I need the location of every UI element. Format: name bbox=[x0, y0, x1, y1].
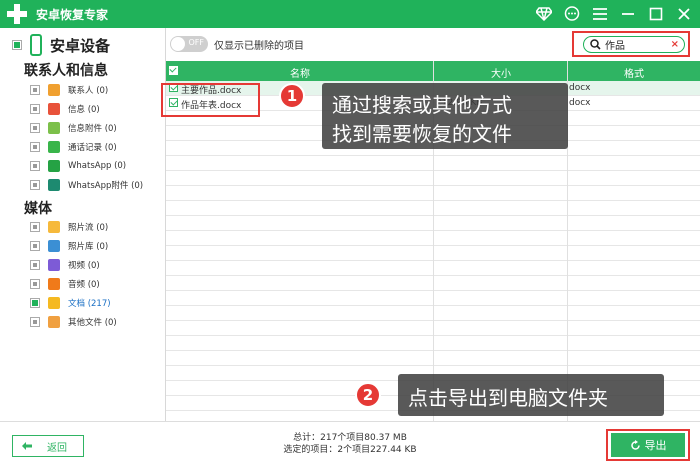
column-size[interactable]: 大小 bbox=[491, 65, 511, 80]
device-item[interactable]: 安卓设备 bbox=[12, 34, 110, 56]
category-checkbox[interactable] bbox=[30, 222, 40, 232]
chat-icon[interactable] bbox=[564, 6, 580, 22]
clear-search-icon[interactable]: × bbox=[671, 39, 679, 50]
attachment-icon bbox=[48, 122, 60, 134]
category-checkbox[interactable] bbox=[30, 142, 40, 152]
select-all-checkbox[interactable] bbox=[169, 66, 178, 75]
step2-text: 点击导出到电脑文件夹 bbox=[408, 386, 608, 410]
category-item[interactable]: 信息 (0) bbox=[30, 101, 100, 117]
app-logo-icon bbox=[6, 3, 28, 25]
column-format[interactable]: 格式 bbox=[624, 65, 644, 80]
video-icon bbox=[48, 259, 60, 271]
category-label: 照片库 (0) bbox=[68, 242, 109, 252]
back-label: 返回 bbox=[47, 442, 67, 454]
category-checkbox[interactable] bbox=[30, 260, 40, 270]
category-checkbox[interactable] bbox=[30, 123, 40, 133]
category-checkbox[interactable] bbox=[30, 279, 40, 289]
category-label: WhatsApp (0) bbox=[68, 161, 127, 171]
category-checkbox[interactable] bbox=[30, 104, 40, 114]
photo-library-icon bbox=[48, 240, 60, 252]
back-arrow-icon bbox=[22, 442, 32, 450]
file-format: docx bbox=[569, 98, 591, 108]
deleted-only-label: 仅显示已删除的项目 bbox=[214, 41, 304, 52]
category-label: 联系人 (0) bbox=[68, 86, 109, 96]
sidebar: 安卓设备 联系人和信息 联系人 (0) 信息 (0) 信息附件 (0) 通话记录 (0… bbox=[0, 28, 166, 428]
phone-icon bbox=[48, 141, 60, 153]
summary: 总计：217个项目80.37 MB 选定的项目：2个项目227.44 KB bbox=[250, 432, 450, 456]
column-name[interactable]: 名称 bbox=[290, 65, 310, 80]
category-checkbox[interactable] bbox=[30, 317, 40, 327]
photostream-icon bbox=[48, 221, 60, 233]
files-highlight bbox=[161, 83, 260, 117]
category-label: WhatsApp附件 (0) bbox=[68, 181, 144, 191]
device-label: 安卓设备 bbox=[50, 36, 111, 55]
back-button[interactable]: 返回 bbox=[12, 435, 84, 457]
category-checkbox[interactable] bbox=[30, 180, 40, 190]
selected-summary: 选定的项目：2个项目227.44 KB bbox=[283, 445, 417, 455]
total-summary: 总计：217个项目80.37 MB bbox=[293, 433, 407, 443]
search-box[interactable]: 作品 × bbox=[583, 36, 685, 53]
title-bar: 安卓恢复专家 bbox=[0, 0, 700, 28]
category-label: 视频 (0) bbox=[68, 261, 100, 271]
app-title: 安卓恢复专家 bbox=[36, 7, 109, 22]
category-item[interactable]: 通话记录 (0) bbox=[30, 139, 117, 155]
export-label: 导出 bbox=[644, 439, 667, 452]
export-icon bbox=[630, 439, 640, 450]
folder-icon bbox=[48, 297, 60, 309]
category-item[interactable]: 视频 (0) bbox=[30, 257, 100, 273]
category-item[interactable]: WhatsApp (0) bbox=[30, 158, 126, 174]
diamond-icon[interactable] bbox=[536, 6, 552, 22]
file-format: docx bbox=[569, 83, 591, 93]
search-input[interactable]: 作品 bbox=[605, 37, 671, 52]
step1-callout: 通过搜索或其他方式 找到需要恢复的文件 bbox=[322, 83, 568, 149]
step1-badge: 1 bbox=[279, 83, 305, 109]
device-checkbox[interactable] bbox=[12, 40, 22, 50]
search-icon bbox=[590, 39, 601, 50]
category-label: 文档 (217) bbox=[68, 299, 111, 309]
category-item[interactable]: 照片流 (0) bbox=[30, 219, 108, 235]
whatsapp-attachment-icon bbox=[48, 179, 60, 191]
phone-icon bbox=[30, 34, 42, 56]
step2-callout: 点击导出到电脑文件夹 bbox=[398, 374, 664, 416]
category-item[interactable]: 信息附件 (0) bbox=[30, 120, 117, 136]
category-checkbox[interactable] bbox=[30, 85, 40, 95]
category-label: 音频 (0) bbox=[68, 280, 100, 290]
category-checkbox[interactable] bbox=[30, 161, 40, 171]
step1-line2: 找到需要恢复的文件 bbox=[332, 122, 512, 146]
export-button[interactable]: 导出 bbox=[611, 433, 685, 457]
message-icon bbox=[48, 103, 60, 115]
category-item[interactable]: 音频 (0) bbox=[30, 276, 100, 292]
maximize-icon[interactable] bbox=[648, 6, 664, 22]
footer: 返回 总计：217个项目80.37 MB 选定的项目：2个项目227.44 KB bbox=[0, 421, 700, 466]
menu-icon[interactable] bbox=[592, 6, 608, 22]
audio-icon bbox=[48, 278, 60, 290]
category-label: 其他文件 (0) bbox=[68, 318, 117, 328]
category-label: 信息 (0) bbox=[68, 105, 100, 115]
toggle-state-label: OFF bbox=[188, 38, 205, 47]
category-item[interactable]: WhatsApp附件 (0) bbox=[30, 177, 143, 193]
category-item[interactable]: 联系人 (0) bbox=[30, 82, 108, 98]
category-item[interactable]: 照片库 (0) bbox=[30, 238, 108, 254]
whatsapp-icon bbox=[48, 160, 60, 172]
category-label: 通话记录 (0) bbox=[68, 143, 117, 153]
other-files-icon bbox=[48, 316, 60, 328]
step2-badge: 2 bbox=[355, 382, 381, 408]
close-icon[interactable] bbox=[676, 6, 692, 22]
contacts-icon bbox=[48, 84, 60, 96]
minimize-icon[interactable] bbox=[620, 6, 636, 22]
category-label: 信息附件 (0) bbox=[68, 124, 117, 134]
step1-line1: 通过搜索或其他方式 bbox=[332, 93, 512, 117]
category-checkbox[interactable] bbox=[30, 298, 40, 308]
category-label: 照片流 (0) bbox=[68, 223, 109, 233]
category-item[interactable]: 其他文件 (0) bbox=[30, 314, 117, 330]
category-item[interactable]: 文档 (217) bbox=[30, 295, 111, 311]
section-title-media: 媒体 bbox=[24, 201, 52, 217]
section-title-contacts: 联系人和信息 bbox=[24, 63, 108, 79]
deleted-only-toggle[interactable]: OFF bbox=[170, 36, 208, 52]
category-checkbox[interactable] bbox=[30, 241, 40, 251]
